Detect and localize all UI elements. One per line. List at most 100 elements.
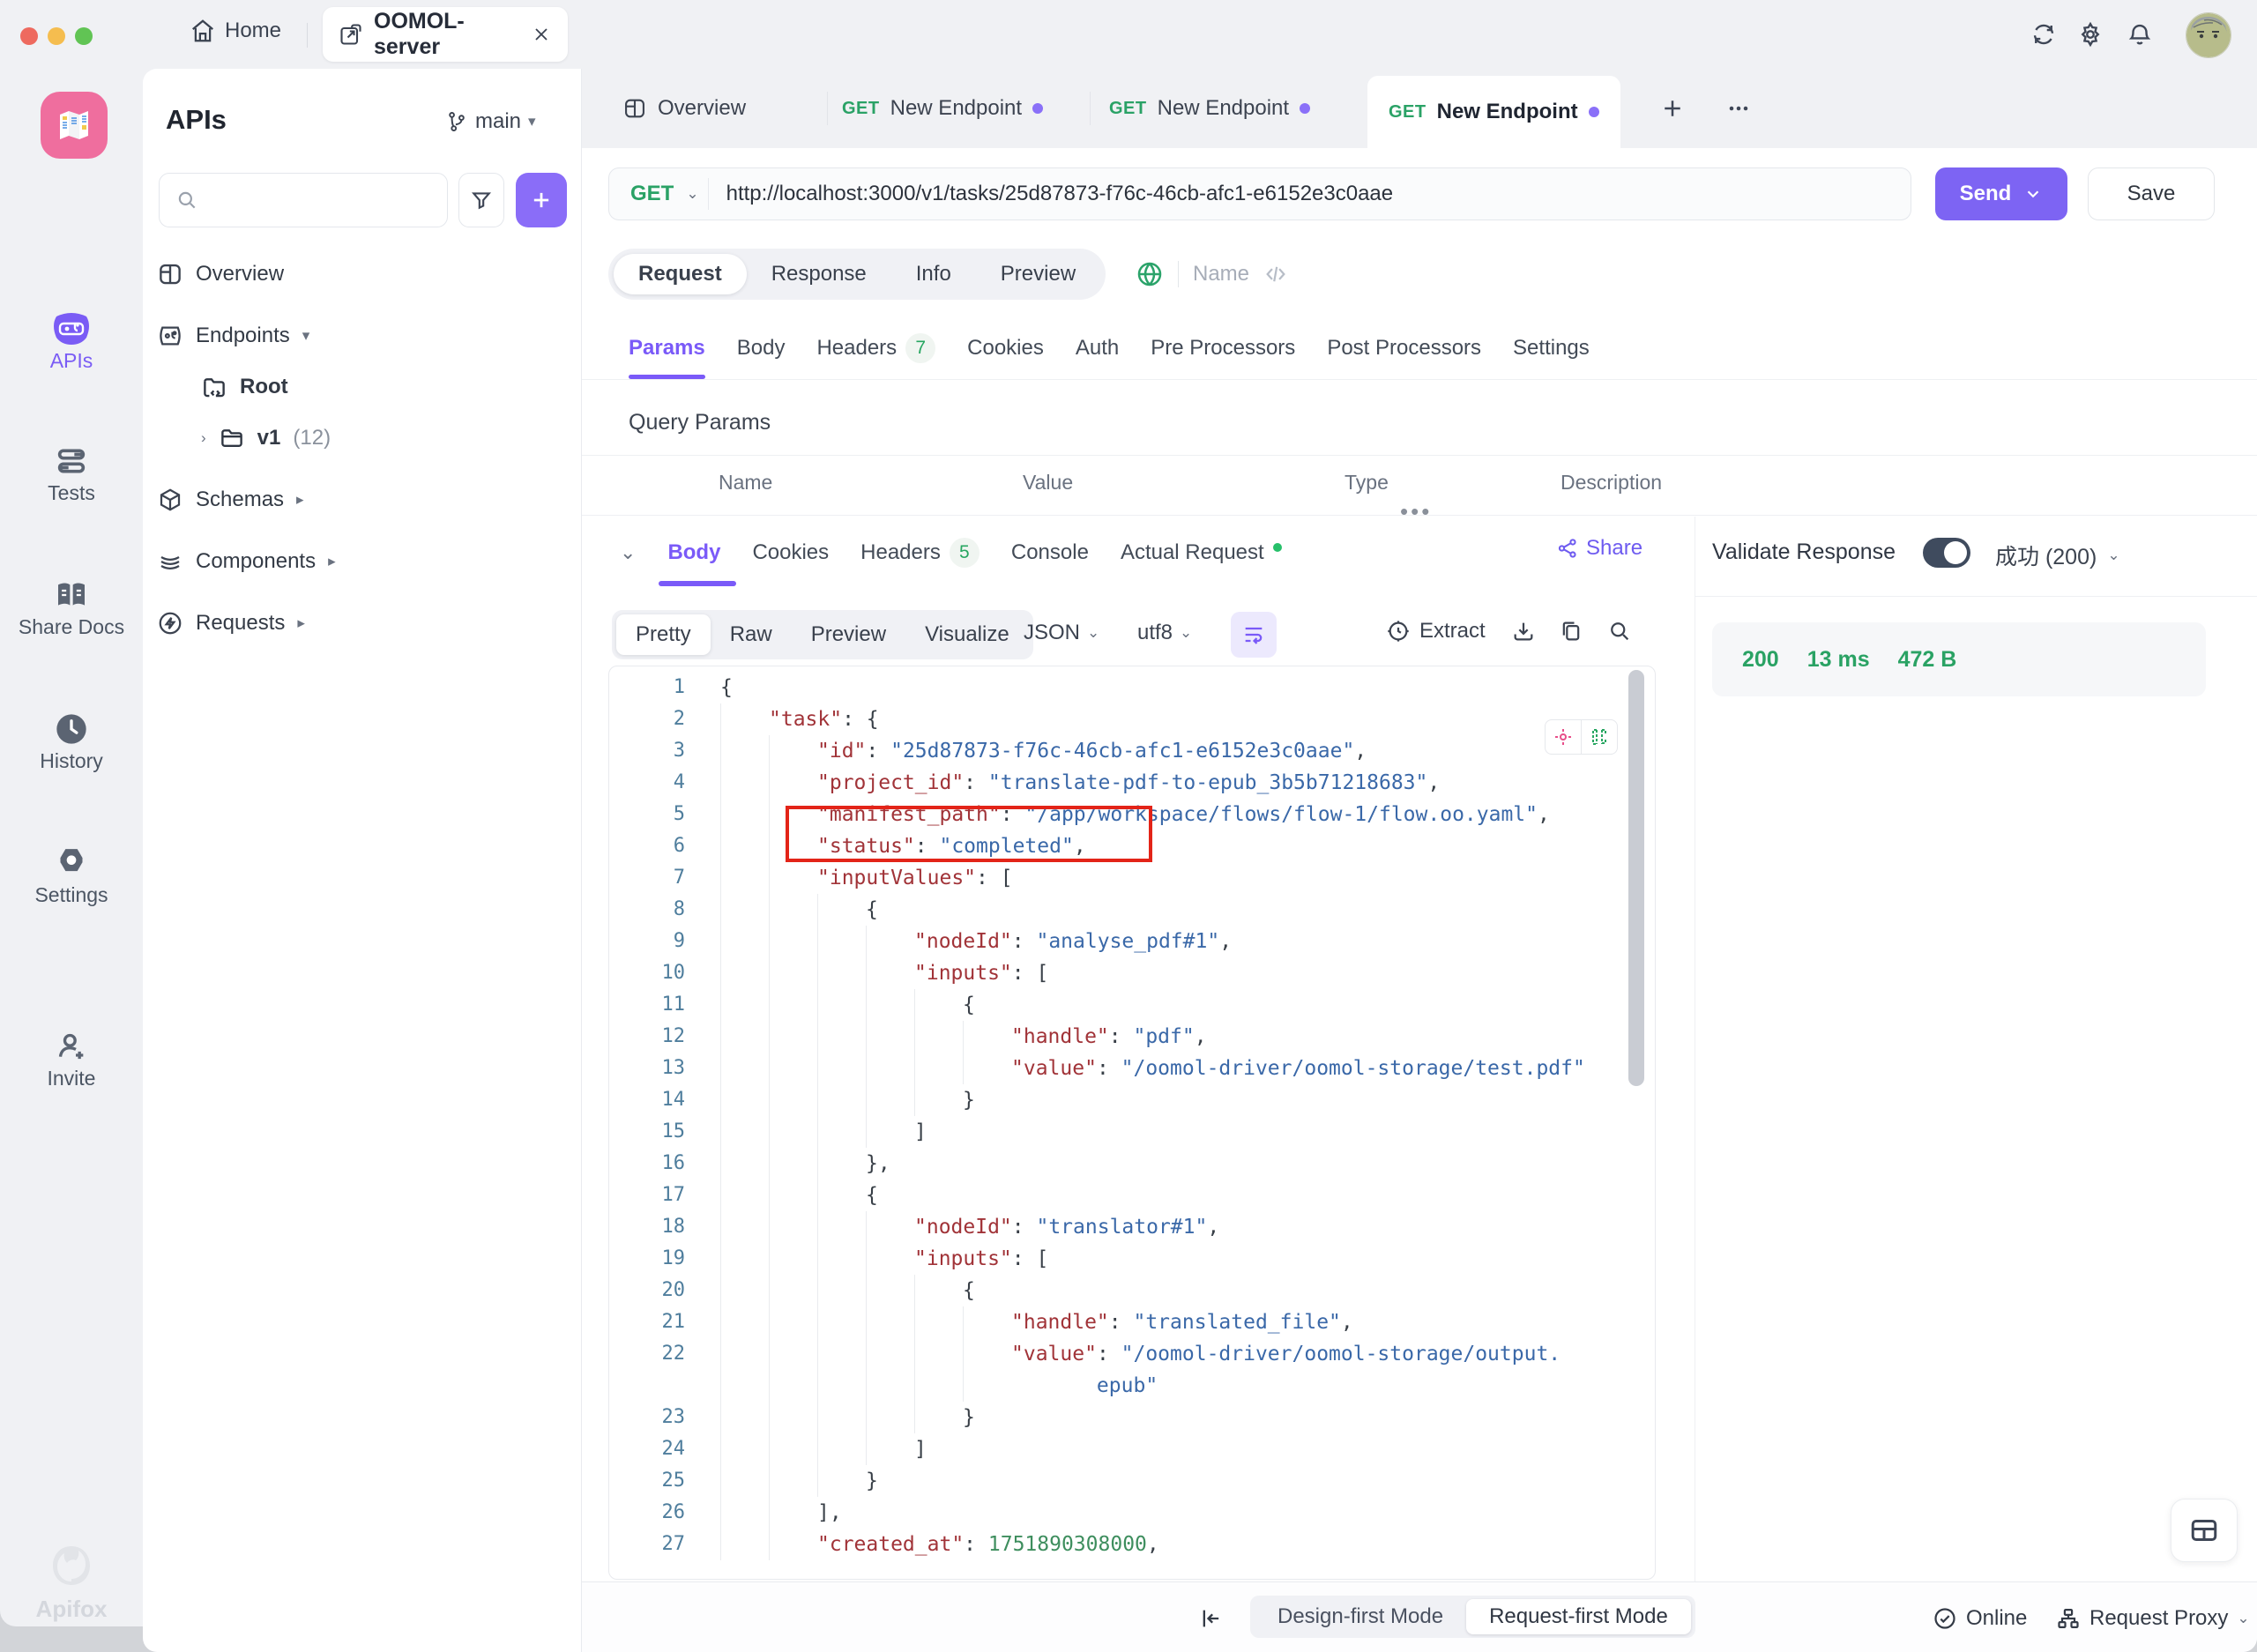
word-wrap-button[interactable] <box>1231 612 1277 658</box>
search-in-body-icon[interactable] <box>1607 619 1632 644</box>
tab-auth[interactable]: Auth <box>1076 317 1119 379</box>
layout-toggle-button[interactable] <box>2171 1499 2238 1562</box>
tab-headers[interactable]: Headers7 <box>816 317 935 379</box>
code-line: epub" <box>609 1370 1655 1402</box>
mode-request-first[interactable]: Request-first Mode <box>1466 1599 1691 1634</box>
code-line: 20{ <box>609 1275 1655 1306</box>
sidebar-item-invite[interactable]: Invite <box>0 1026 143 1090</box>
url-input[interactable]: http://localhost:3000/v1/tasks/25d87873-… <box>711 182 1394 206</box>
response-body-code[interactable]: 1{2"task": {3"id": "25d87873-f76c-46cb-a… <box>608 666 1656 1580</box>
extract-button[interactable]: Extract <box>1386 619 1486 644</box>
locate-node-icon[interactable] <box>1546 720 1581 754</box>
copy-icon[interactable] <box>1559 619 1583 644</box>
tree-item-schemas[interactable]: Schemas ▸ <box>157 478 571 522</box>
sidebar-item-apis[interactable]: APIs <box>0 309 143 373</box>
chevron-down-icon: ▾ <box>302 327 310 345</box>
view-tab-request[interactable]: Request <box>614 254 747 294</box>
close-tab-icon[interactable] <box>531 24 552 45</box>
tab-endpoint-2[interactable]: GET New Endpoint <box>1109 69 1310 148</box>
tab-post-processors[interactable]: Post Processors <box>1327 317 1481 379</box>
method-selector[interactable]: GET <box>609 182 686 206</box>
requests-lightning-icon <box>157 610 183 636</box>
view-tab-response[interactable]: Response <box>747 254 891 294</box>
filter-funnel-icon <box>470 189 493 212</box>
code-line: 3"id": "25d87873-f76c-46cb-afc1-e6152e3c… <box>609 735 1655 767</box>
mode-pretty[interactable]: Pretty <box>616 614 711 655</box>
request-url-bar[interactable]: GET ⌄ http://localhost:3000/v1/tasks/25d… <box>608 167 1911 220</box>
sidebar-item-settings[interactable]: Settings <box>0 843 143 907</box>
sync-icon[interactable] <box>2030 21 2057 48</box>
view-tab-preview[interactable]: Preview <box>976 254 1100 294</box>
validate-toggle[interactable] <box>1923 538 1970 568</box>
sidebar-item-tests[interactable]: Tests <box>0 441 143 505</box>
traffic-close-button[interactable] <box>20 27 38 45</box>
search-input[interactable] <box>159 173 448 227</box>
tree-item-overview[interactable]: Overview <box>157 252 571 296</box>
tab-endpoint-3-active[interactable]: GET New Endpoint <box>1367 76 1620 148</box>
tree-item-requests[interactable]: Requests ▸ <box>157 601 571 645</box>
user-avatar[interactable] <box>2186 12 2231 58</box>
urlbar-separator <box>708 178 709 210</box>
tab-response-body[interactable]: Body <box>667 520 720 585</box>
tab-endpoint-1[interactable]: GET New Endpoint <box>842 69 1043 148</box>
tab-response-headers[interactable]: Headers5 <box>860 520 980 585</box>
tab-params[interactable]: Params <box>629 317 705 379</box>
folder-count: (12) <box>293 426 331 450</box>
sidebar-item-label: Invite <box>0 1067 143 1090</box>
request-proxy[interactable]: Request Proxy ⌄ <box>2056 1606 2250 1631</box>
mode-preview[interactable]: Preview <box>792 614 905 655</box>
endpoint-name-area: Name <box>1136 260 1288 288</box>
format-dropdown[interactable]: JSON ⌄ <box>1024 621 1099 645</box>
traffic-minimize-button[interactable] <box>48 27 65 45</box>
code-scrollbar[interactable] <box>1628 670 1644 1086</box>
tree-item-endpoints[interactable]: Endpoints ▾ <box>157 314 571 358</box>
add-endpoint-button[interactable] <box>516 173 567 227</box>
tab-overview[interactable]: Overview <box>622 69 746 148</box>
notifications-bell-icon[interactable] <box>2127 21 2153 48</box>
code-line: 11{ <box>609 989 1655 1021</box>
tab-response-cookies[interactable]: Cookies <box>752 520 829 585</box>
branch-selector[interactable]: main ▾ <box>445 109 536 134</box>
collapse-response-icon[interactable]: ⌄ <box>620 541 636 564</box>
save-button[interactable]: Save <box>2088 167 2215 220</box>
online-label: Online <box>1966 1606 2027 1631</box>
tab-body[interactable]: Body <box>737 317 786 379</box>
tab-console[interactable]: Console <box>1011 520 1089 585</box>
more-tabs-button[interactable] <box>1724 69 1753 148</box>
mode-visualize[interactable]: Visualize <box>905 614 1029 655</box>
unsaved-dot <box>1300 103 1310 114</box>
tree-item-components[interactable]: Components ▸ <box>157 540 571 584</box>
git-branch-icon <box>445 110 468 133</box>
send-button[interactable]: Send <box>1935 167 2067 220</box>
project-window-tab[interactable]: OOMOL-server <box>323 7 568 62</box>
tab-actual-request[interactable]: Actual Request <box>1121 520 1282 585</box>
mode-raw[interactable]: Raw <box>711 614 792 655</box>
tab-settings[interactable]: Settings <box>1513 317 1590 379</box>
download-icon[interactable] <box>1511 619 1536 644</box>
validate-rule-selector[interactable]: 成功 (200) ⌄ <box>1995 540 2120 571</box>
sidebar-item-share-docs[interactable]: Share Docs <box>0 575 143 639</box>
diff-compare-icon[interactable] <box>1581 720 1617 754</box>
collapse-sidebar-icon[interactable] <box>1199 1606 1224 1631</box>
sidebar-item-history[interactable]: History <box>0 709 143 773</box>
filter-button[interactable] <box>458 173 504 227</box>
new-tab-button[interactable] <box>1659 69 1686 148</box>
encoding-dropdown[interactable]: utf8 ⌄ <box>1137 621 1192 645</box>
tab-cookies[interactable]: Cookies <box>967 317 1044 379</box>
tab-pre-processors[interactable]: Pre Processors <box>1151 317 1295 379</box>
tree-item-v1[interactable]: › v1 (12) <box>201 416 615 460</box>
splitter-handle[interactable]: ••• <box>1400 498 1432 525</box>
method-get-label: GET <box>1109 99 1147 119</box>
tree-item-root[interactable]: Root <box>201 365 615 409</box>
status-dot <box>1273 543 1282 552</box>
settings-gear-icon[interactable] <box>2077 21 2104 48</box>
traffic-zoom-button[interactable] <box>75 27 93 45</box>
home-tab[interactable]: Home <box>190 18 281 44</box>
share-button[interactable]: Share <box>1556 536 1642 561</box>
online-status[interactable]: Online <box>1933 1606 2027 1631</box>
view-tab-info[interactable]: Info <box>891 254 976 294</box>
project-app-icon[interactable] <box>41 92 108 159</box>
chevron-right-icon[interactable]: › <box>201 429 206 447</box>
endpoint-name-input[interactable]: Name <box>1193 262 1249 286</box>
mode-design-first[interactable]: Design-first Mode <box>1255 1599 1466 1634</box>
